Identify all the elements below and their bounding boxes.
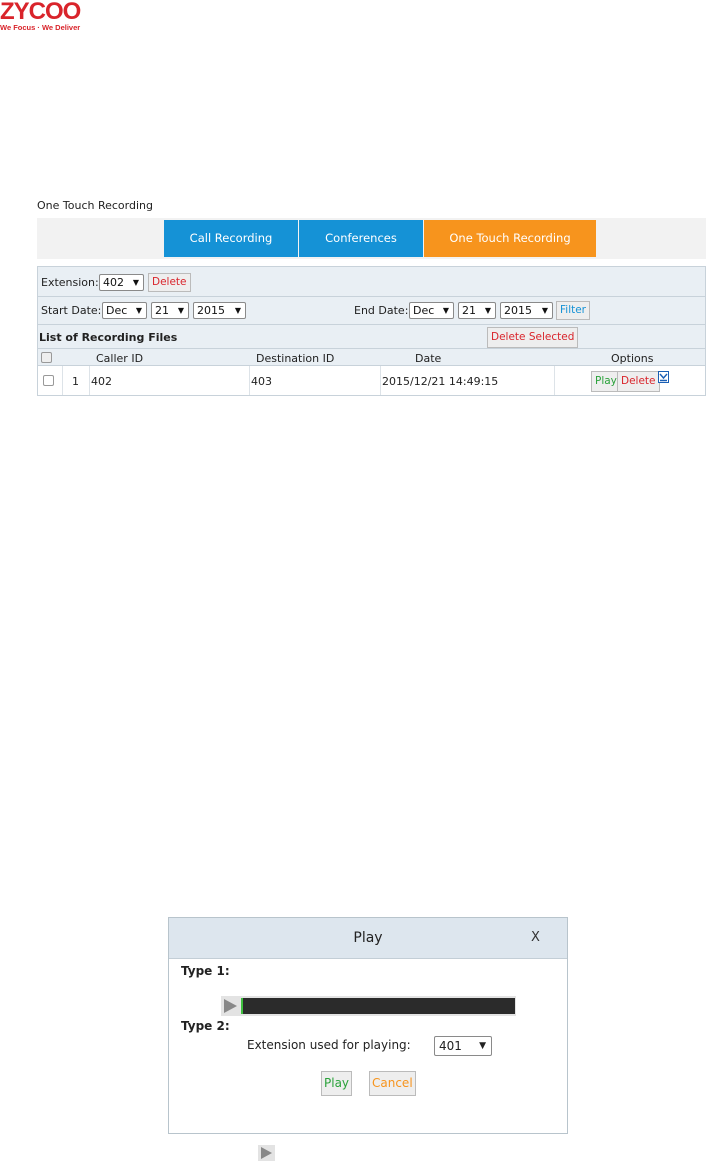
end-month-value: Dec: [413, 304, 435, 317]
logo-text: ZYCOO: [0, 0, 81, 25]
divider: [38, 324, 705, 325]
column-header-caller-id: Caller ID: [96, 352, 144, 365]
delete-selected-button[interactable]: Delete Selected: [487, 327, 579, 348]
cell-divider: [380, 366, 381, 395]
filter-panel: Extension: 402 ▼ Delete Start Date: Dec …: [37, 266, 706, 366]
start-month-value: Dec: [106, 304, 128, 317]
start-day-value: 21: [155, 304, 169, 317]
table-row: 1 402 403 2015/12/21 14:49:15 Play Delet…: [37, 366, 706, 396]
tab-call-recording[interactable]: Call Recording: [164, 220, 298, 257]
playback-extension-select[interactable]: 401 ▼: [434, 1036, 492, 1056]
progress-cursor: [241, 998, 243, 1014]
play-dialog: Play X Type 1: Type 2: Extension used fo…: [168, 917, 568, 1134]
column-header-destination-id: Destination ID: [256, 352, 335, 365]
start-year-value: 2015: [197, 304, 225, 317]
type1-label: Type 1:: [181, 964, 230, 978]
start-month-select[interactable]: Dec ▼: [102, 302, 147, 319]
chevron-down-icon: ▼: [135, 306, 142, 315]
filter-button[interactable]: Filter: [556, 301, 591, 320]
panel-title: One Touch Recording: [37, 199, 153, 212]
dialog-title: Play: [353, 930, 383, 946]
playback-extension-value: 401: [439, 1039, 462, 1053]
column-header-date: Date: [415, 352, 442, 365]
zycoo-logo: ZYCOO We Focus · We Deliver: [0, 0, 90, 36]
start-date-label: Start Date:: [41, 304, 102, 317]
extension-value: 402: [103, 276, 124, 289]
row-date: 2015/12/21 14:49:15: [382, 375, 499, 388]
start-day-select[interactable]: 21 ▼: [151, 302, 189, 319]
progress-track[interactable]: [242, 998, 515, 1014]
tab-conferences[interactable]: Conferences: [299, 220, 423, 257]
end-day-value: 21: [462, 304, 476, 317]
dialog-header: Play X: [169, 918, 567, 959]
cell-divider: [89, 366, 90, 395]
play-icon: [258, 1145, 275, 1161]
divider: [38, 296, 705, 297]
extension-select[interactable]: 402 ▼: [99, 274, 144, 291]
delete-extension-button[interactable]: Delete: [148, 273, 191, 292]
row-destination-id: 403: [251, 375, 272, 388]
cell-divider: [554, 366, 555, 395]
audio-player: [221, 996, 516, 1016]
list-title: List of Recording Files: [39, 331, 178, 344]
tab-bar: Call Recording Conferences One Touch Rec…: [37, 218, 706, 259]
cell-divider: [249, 366, 250, 395]
chevron-down-icon: ▼: [442, 306, 449, 315]
end-month-select[interactable]: Dec ▼: [409, 302, 454, 319]
end-day-select[interactable]: 21 ▼: [458, 302, 496, 319]
divider: [38, 348, 705, 349]
row-delete-button[interactable]: Delete: [617, 371, 660, 392]
column-header-options: Options: [611, 352, 654, 365]
play-triangle-icon: [261, 1147, 272, 1159]
chevron-down-icon: ▼: [484, 306, 491, 315]
select-all-checkbox[interactable]: [41, 352, 52, 363]
chevron-down-icon: ▼: [132, 278, 139, 287]
start-year-select[interactable]: 2015 ▼: [193, 302, 246, 319]
chevron-down-icon: ▼: [177, 306, 184, 315]
type2-label: Type 2:: [181, 1019, 230, 1033]
chevron-down-icon: ▼: [479, 1041, 486, 1051]
logo-tagline: We Focus · We Deliver: [0, 23, 81, 32]
chevron-down-icon: ▼: [234, 306, 241, 315]
end-date-label: End Date:: [354, 304, 409, 317]
download-icon[interactable]: [658, 371, 669, 383]
end-year-select[interactable]: 2015 ▼: [500, 302, 553, 319]
dialog-cancel-button[interactable]: Cancel: [369, 1071, 416, 1096]
chevron-down-icon: ▼: [541, 306, 548, 315]
tab-one-touch-recording[interactable]: One Touch Recording: [424, 220, 596, 257]
play-icon[interactable]: [224, 999, 237, 1013]
playback-extension-label: Extension used for playing:: [247, 1038, 411, 1052]
row-checkbox[interactable]: [43, 375, 54, 386]
row-index: 1: [72, 375, 79, 388]
close-button[interactable]: X: [531, 930, 540, 945]
end-year-value: 2015: [504, 304, 532, 317]
extension-label: Extension:: [41, 276, 99, 289]
dialog-play-button[interactable]: Play: [321, 1071, 353, 1096]
cell-divider: [62, 366, 63, 395]
row-caller-id: 402: [91, 375, 112, 388]
